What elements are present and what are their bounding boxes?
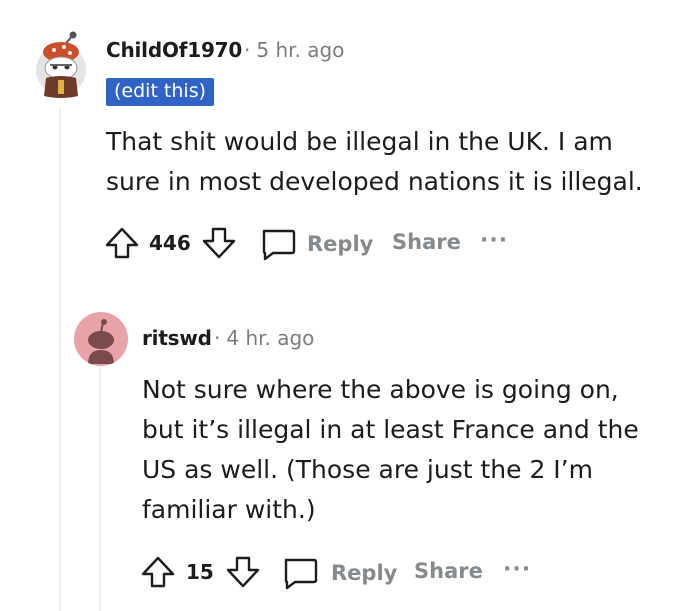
downvote-icon xyxy=(202,227,236,259)
comment-meta: · 5 hr. ago xyxy=(244,38,344,62)
avatar[interactable] xyxy=(34,30,88,98)
upvote-icon xyxy=(141,556,175,588)
reply-label[interactable]: Reply xyxy=(307,232,373,256)
upvote-button[interactable] xyxy=(104,226,140,260)
username[interactable]: ritswd xyxy=(142,326,212,350)
more-icon[interactable]: ··· xyxy=(480,228,508,253)
comment-icon xyxy=(284,558,318,590)
reply-button[interactable]: Reply xyxy=(259,226,373,262)
upvote-icon xyxy=(105,227,139,259)
snoo-avatar-icon xyxy=(36,31,86,98)
comment-body: Not sure where the above is going on, bu… xyxy=(142,370,639,530)
separator-dot: · xyxy=(214,326,221,350)
vote-count: 15 xyxy=(186,560,214,584)
timestamp[interactable]: 4 hr. ago xyxy=(226,326,314,350)
share-button[interactable]: Share xyxy=(392,230,461,254)
avatar[interactable] xyxy=(74,312,128,366)
comment-line: sure in most developed nations it is ill… xyxy=(106,167,643,196)
downvote-button[interactable] xyxy=(225,555,261,589)
username[interactable]: ChildOf1970 xyxy=(106,38,242,62)
upvote-button[interactable] xyxy=(140,555,176,589)
reply-label[interactable]: Reply xyxy=(331,561,397,585)
comment-meta: · 4 hr. ago xyxy=(214,326,314,350)
downvote-icon xyxy=(226,556,260,588)
comment-line: That shit would be illegal in the UK. I … xyxy=(106,127,613,156)
timestamp[interactable]: 5 hr. ago xyxy=(256,38,344,62)
more-icon[interactable]: ··· xyxy=(503,557,531,582)
vote-count: 446 xyxy=(149,231,191,255)
comment-line: but it’s illegal in at least France and … xyxy=(142,415,639,444)
comment-line: Not sure where the above is going on, xyxy=(142,375,619,404)
flair-badge[interactable]: (edit this) xyxy=(106,78,215,106)
separator-dot: · xyxy=(244,38,251,62)
downvote-button[interactable] xyxy=(201,226,237,260)
share-button[interactable]: Share xyxy=(414,559,483,583)
comment-line: familiar with.) xyxy=(142,495,316,524)
thread-line-1[interactable] xyxy=(59,108,61,611)
snoo-avatar-icon xyxy=(88,319,114,364)
comment-body: That shit would be illegal in the UK. I … xyxy=(106,122,643,202)
comment-line: US as well. (Those are just the 2 I’m xyxy=(142,455,593,484)
thread-line-2[interactable] xyxy=(99,368,101,611)
comment-icon xyxy=(262,229,296,261)
reply-button[interactable]: Reply xyxy=(281,555,397,591)
